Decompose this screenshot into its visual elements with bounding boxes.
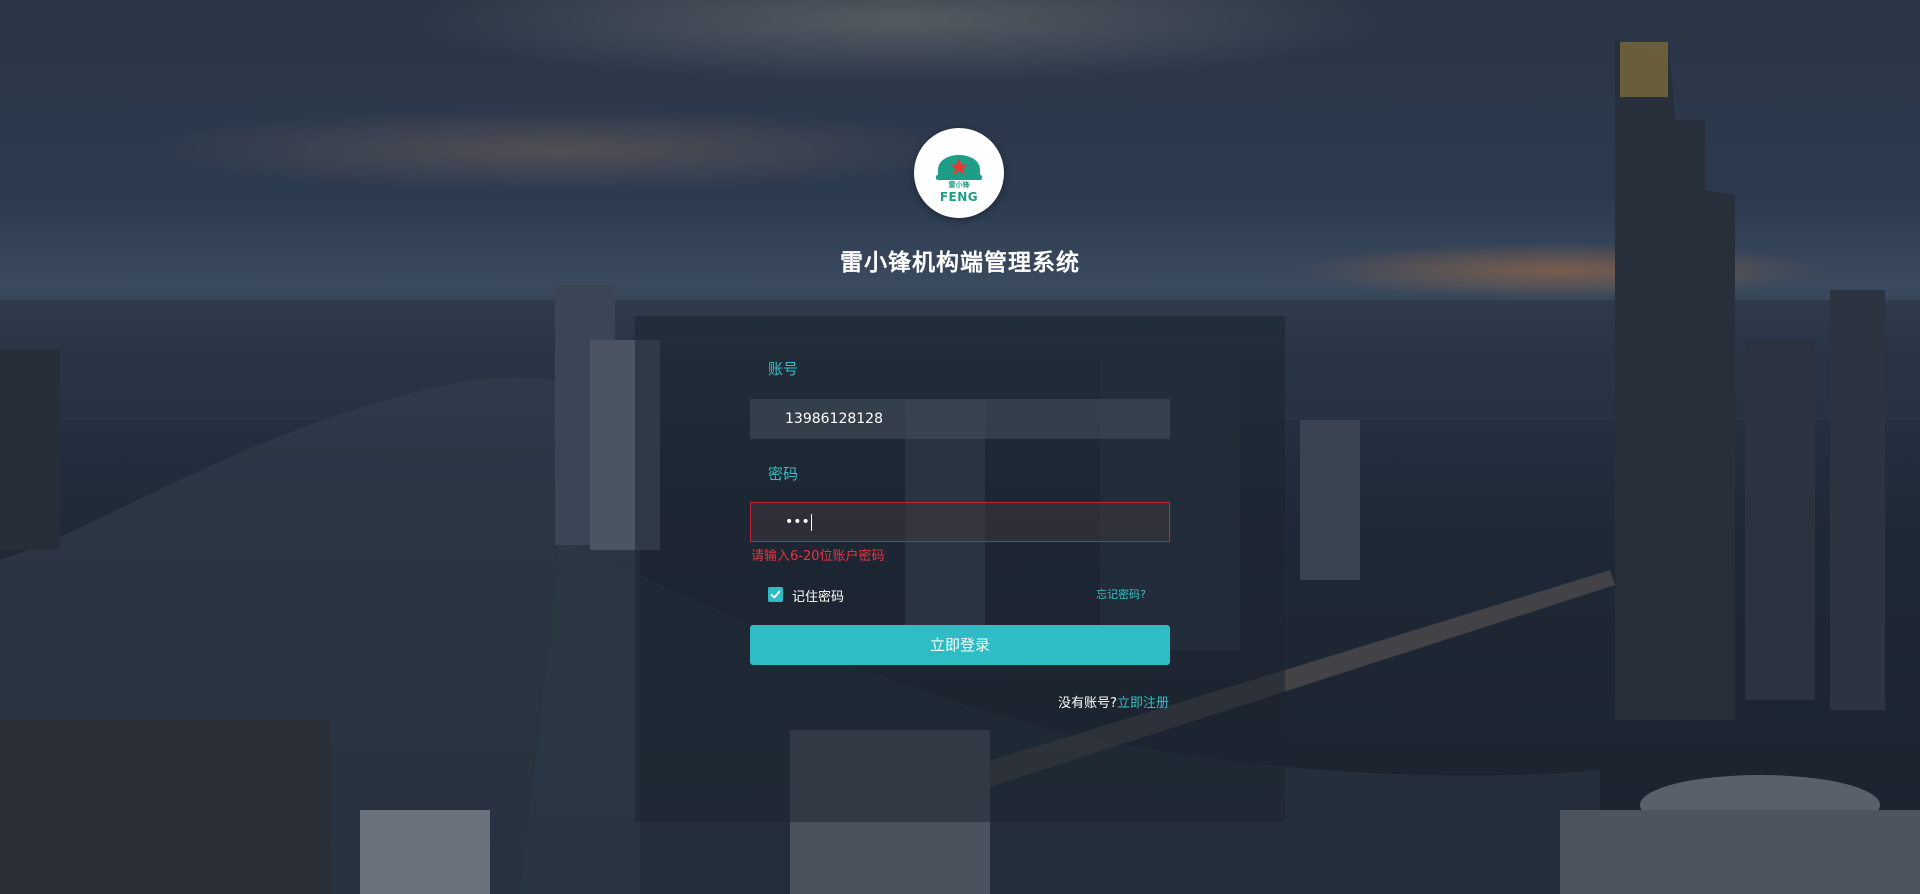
helmet-icon: [936, 155, 982, 180]
logo-text: FENG: [939, 190, 979, 204]
register-link[interactable]: 立即注册: [1117, 696, 1169, 711]
password-label: 密码: [768, 465, 799, 483]
password-error-message: 请输入6-20位账户密码: [751, 549, 885, 564]
app-logo: 雷小锋 FENG: [914, 128, 1004, 218]
account-label: 账号: [768, 360, 799, 378]
login-button[interactable]: 立即登录: [750, 625, 1170, 665]
signup-prompt: 没有账号?立即注册: [1058, 692, 1169, 711]
text-caret: [810, 513, 812, 531]
password-input[interactable]: •••: [750, 502, 1170, 542]
account-input[interactable]: 13986128128: [750, 399, 1170, 439]
checkmark-icon: [770, 590, 781, 599]
logo-subtext: 雷小锋: [948, 181, 970, 189]
page-title: 雷小锋机构端管理系统: [840, 250, 1080, 276]
remember-checkbox[interactable]: [768, 587, 783, 602]
account-value: 13986128128: [785, 411, 883, 427]
remember-label[interactable]: 记住密码: [792, 586, 844, 605]
password-value: •••: [785, 514, 810, 530]
login-panel: [635, 316, 1285, 822]
no-account-text: 没有账号?: [1058, 696, 1117, 711]
forgot-password-link[interactable]: 忘记密码?: [1096, 586, 1146, 602]
